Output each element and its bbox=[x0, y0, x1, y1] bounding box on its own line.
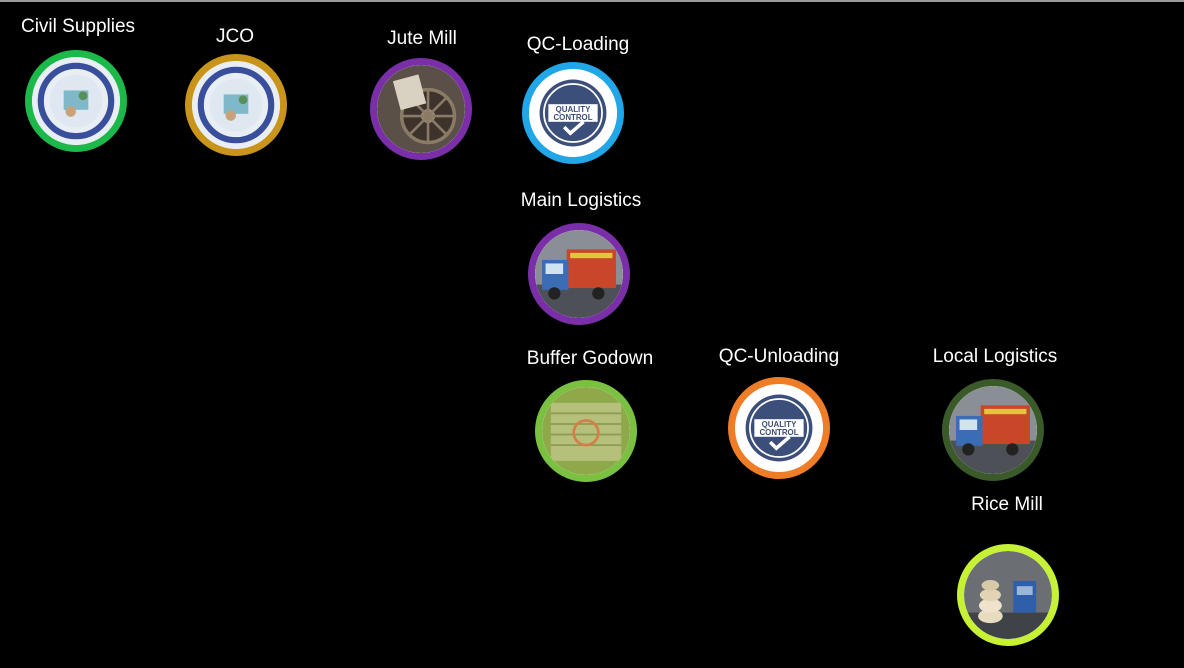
local-logistics-node[interactable] bbox=[942, 379, 1044, 481]
rice-mill-node[interactable] bbox=[957, 544, 1059, 646]
top-border bbox=[0, 0, 1184, 2]
qc-loading-label: QC-Loading bbox=[526, 34, 630, 55]
main-logistics-node[interactable] bbox=[528, 223, 630, 325]
local-logistics-label: Local Logistics bbox=[932, 346, 1058, 367]
buffer-godown-label: Buffer Godown bbox=[526, 348, 654, 369]
qc-unloading-node[interactable]: QUALITY CONTROL bbox=[728, 377, 830, 479]
civil-supplies-label: Civil Supplies bbox=[20, 16, 136, 37]
jco-node[interactable] bbox=[185, 54, 287, 156]
civil-supplies-node[interactable] bbox=[25, 50, 127, 152]
svg-text:CONTROL: CONTROL bbox=[759, 428, 798, 437]
jco-label: JCO bbox=[216, 26, 254, 47]
rice-bags-icon bbox=[964, 551, 1052, 639]
civil-supplies-seal-icon bbox=[32, 57, 120, 145]
quality-control-badge-icon: QUALITY CONTROL bbox=[529, 69, 617, 157]
jute-mill-label: Jute Mill bbox=[387, 28, 457, 49]
svg-text:CONTROL: CONTROL bbox=[553, 113, 592, 122]
rice-mill-label: Rice Mill bbox=[971, 494, 1043, 515]
buffer-godown-node[interactable] bbox=[535, 380, 637, 482]
truck-icon bbox=[535, 230, 623, 318]
qc-loading-node[interactable]: QUALITY CONTROL bbox=[522, 62, 624, 164]
truck-icon bbox=[949, 386, 1037, 474]
warehouse-icon bbox=[542, 387, 630, 475]
qc-unloading-label: QC-Unloading bbox=[718, 346, 840, 367]
jute-mill-machine-icon bbox=[377, 65, 465, 153]
jute-mill-node[interactable] bbox=[370, 58, 472, 160]
civil-supplies-seal-icon bbox=[192, 61, 280, 149]
quality-control-badge-icon: QUALITY CONTROL bbox=[735, 384, 823, 472]
main-logistics-label: Main Logistics bbox=[520, 190, 642, 211]
